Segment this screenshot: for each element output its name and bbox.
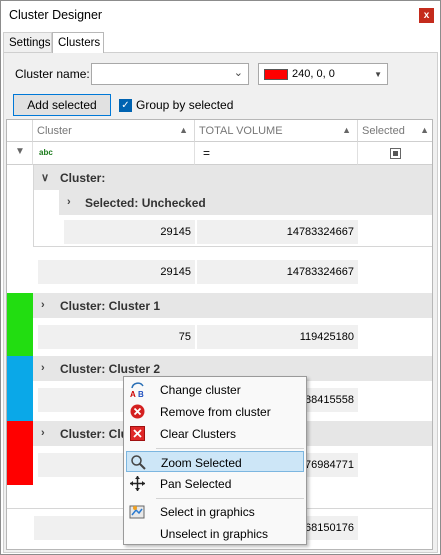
svg-text:A: A	[130, 390, 136, 398]
group-row[interactable]: ∨ Cluster:	[33, 165, 432, 190]
sort-up-icon: ▲	[420, 125, 429, 135]
menu-item-label: Clear Clusters	[160, 427, 237, 441]
title-bar: Cluster Designer x	[1, 1, 440, 30]
cell-volume: 14783324667	[197, 260, 358, 284]
tab-clusters[interactable]: Clusters	[52, 32, 104, 53]
close-button[interactable]: x	[419, 8, 434, 23]
text-filter-icon: abc	[39, 148, 53, 157]
context-menu: A B Change cluster Remove from cluster C…	[123, 376, 307, 545]
filter-cluster[interactable]: abc	[33, 142, 195, 165]
cluster-color-bar	[7, 293, 33, 356]
tab-strip: Settings Clusters	[3, 32, 438, 53]
pan-icon	[130, 476, 145, 491]
menu-item-label: Change cluster	[160, 383, 241, 397]
window-title: Cluster Designer	[9, 8, 103, 22]
menu-item-label: Pan Selected	[160, 477, 232, 491]
add-selected-button[interactable]: Add selected	[13, 94, 111, 116]
group-row[interactable]: › Cluster: Cluster 1	[33, 293, 432, 318]
expand-chevron-icon[interactable]: ›	[67, 196, 71, 208]
color-value: 240, 0, 0	[292, 68, 335, 80]
cell-count: 29145	[64, 220, 195, 244]
column-header-cluster-label: Cluster	[37, 125, 72, 137]
cell-count: 29145	[38, 260, 195, 284]
row-header-corner	[7, 120, 33, 142]
sort-up-icon: ▲	[342, 125, 351, 135]
group-label: Cluster:	[60, 171, 106, 185]
column-header-selected[interactable]: Selected ▲	[358, 120, 432, 142]
filter-selected[interactable]	[358, 142, 432, 165]
dropdown-arrow-icon[interactable]: ▼	[374, 70, 382, 79]
clear-clusters-icon	[130, 426, 145, 441]
group-label: Cluster: Clu	[60, 427, 129, 441]
filter-icon[interactable]: ▼	[15, 146, 25, 157]
menu-item-label: Zoom Selected	[161, 456, 242, 470]
menu-separator	[156, 448, 304, 449]
group-label: Cluster: Cluster 2	[60, 362, 161, 376]
cluster-name-label: Cluster name:	[15, 67, 90, 81]
zoom-icon	[131, 455, 146, 470]
sub-group-row[interactable]: › Selected: Unchecked	[59, 190, 432, 215]
column-header-volume-label: TOTAL VOLUME	[199, 125, 283, 137]
expand-chevron-icon[interactable]: ›	[41, 362, 45, 374]
group-by-selected-label: Group by selected	[136, 98, 234, 112]
group-by-selected-checkbox[interactable]: ✓	[119, 99, 132, 112]
color-picker[interactable]: 240, 0, 0 ▼	[258, 63, 388, 85]
cluster-color-bar	[7, 356, 33, 421]
cluster-color-bar	[7, 421, 33, 485]
cell-count: 75	[38, 325, 195, 349]
cell-volume: 14783324667	[197, 220, 358, 244]
menu-item-clear-clusters[interactable]: Clear Clusters	[126, 423, 304, 444]
tab-settings[interactable]: Settings	[3, 32, 52, 52]
expand-chevron-icon[interactable]: ›	[41, 299, 45, 311]
filter-total-volume[interactable]: =	[195, 142, 358, 165]
filter-checkbox[interactable]	[390, 148, 401, 159]
cluster-name-combo[interactable]: ⌄	[91, 63, 249, 85]
menu-separator	[156, 498, 304, 499]
menu-item-zoom-selected[interactable]: Zoom Selected	[126, 451, 304, 472]
column-header-selected-label: Selected	[362, 125, 405, 137]
change-cluster-icon: A B	[130, 382, 144, 398]
svg-text:B: B	[138, 390, 144, 398]
expand-chevron-icon[interactable]: ›	[41, 427, 45, 439]
sort-up-icon: ▲	[179, 125, 188, 135]
column-header-cluster[interactable]: Cluster ▲	[33, 120, 195, 142]
menu-item-remove-from-cluster[interactable]: Remove from cluster	[126, 401, 304, 422]
menu-item-label: Remove from cluster	[160, 405, 271, 419]
sub-group-label: Selected: Unchecked	[85, 196, 206, 210]
menu-item-change-cluster[interactable]: A B Change cluster	[126, 379, 304, 400]
filter-row-cell: ▼	[7, 142, 33, 165]
remove-icon	[130, 404, 145, 419]
select-graphics-icon	[129, 505, 145, 519]
color-swatch	[264, 69, 288, 80]
chevron-down-icon[interactable]: ⌄	[234, 66, 243, 79]
column-header-total-volume[interactable]: TOTAL VOLUME ▲	[195, 120, 358, 142]
menu-item-label: Unselect in graphics	[160, 527, 269, 541]
group-label: Cluster: Cluster 1	[60, 299, 161, 313]
equals-operator[interactable]: =	[203, 146, 210, 160]
cell-volume: 119425180	[197, 325, 358, 349]
menu-item-unselect-in-graphics[interactable]: Unselect in graphics	[126, 523, 304, 544]
menu-item-select-in-graphics[interactable]: Select in graphics	[126, 501, 304, 522]
menu-item-pan-selected[interactable]: Pan Selected	[126, 473, 304, 494]
collapse-chevron-icon[interactable]: ∨	[41, 171, 49, 184]
menu-item-label: Select in graphics	[160, 505, 255, 519]
cluster-designer-window: Cluster Designer x Settings Clusters Clu…	[0, 0, 441, 555]
